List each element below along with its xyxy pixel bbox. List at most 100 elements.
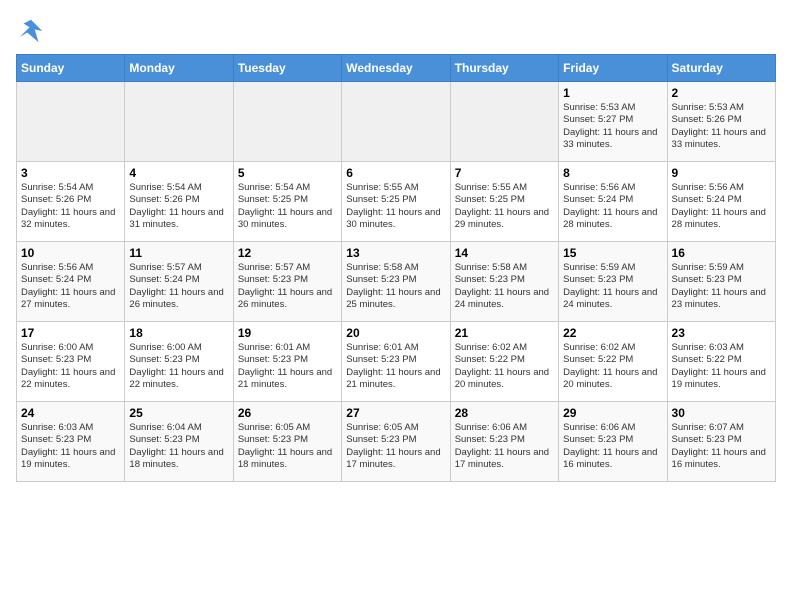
day-info: Sunrise: 5:59 AM Sunset: 5:23 PM Dayligh…	[563, 262, 662, 311]
day-info: Sunrise: 6:00 AM Sunset: 5:23 PM Dayligh…	[21, 342, 120, 391]
day-cell: 18 Sunrise: 6:00 AM Sunset: 5:23 PM Dayli…	[125, 322, 233, 402]
day-info: Sunrise: 5:54 AM Sunset: 5:25 PM Dayligh…	[238, 182, 337, 231]
day-info: Sunrise: 6:00 AM Sunset: 5:23 PM Dayligh…	[129, 342, 228, 391]
day-info: Sunrise: 5:53 AM Sunset: 5:27 PM Dayligh…	[563, 102, 662, 151]
day-cell	[233, 82, 341, 162]
day-cell: 21 Sunrise: 6:02 AM Sunset: 5:22 PM Dayli…	[450, 322, 558, 402]
day-number: 18	[129, 326, 228, 340]
day-cell: 22 Sunrise: 6:02 AM Sunset: 5:22 PM Dayli…	[559, 322, 667, 402]
day-cell: 15 Sunrise: 5:59 AM Sunset: 5:23 PM Dayli…	[559, 242, 667, 322]
day-cell: 7 Sunrise: 5:55 AM Sunset: 5:25 PM Daylig…	[450, 162, 558, 242]
day-cell: 19 Sunrise: 6:01 AM Sunset: 5:23 PM Dayli…	[233, 322, 341, 402]
day-number: 21	[455, 326, 554, 340]
day-cell: 16 Sunrise: 5:59 AM Sunset: 5:23 PM Dayli…	[667, 242, 775, 322]
day-cell: 9 Sunrise: 5:56 AM Sunset: 5:24 PM Daylig…	[667, 162, 775, 242]
day-info: Sunrise: 6:02 AM Sunset: 5:22 PM Dayligh…	[455, 342, 554, 391]
week-row-4: 24 Sunrise: 6:03 AM Sunset: 5:23 PM Dayli…	[17, 402, 776, 482]
day-info: Sunrise: 5:55 AM Sunset: 5:25 PM Dayligh…	[346, 182, 445, 231]
day-cell: 2 Sunrise: 5:53 AM Sunset: 5:26 PM Daylig…	[667, 82, 775, 162]
day-info: Sunrise: 5:57 AM Sunset: 5:23 PM Dayligh…	[238, 262, 337, 311]
day-info: Sunrise: 5:56 AM Sunset: 5:24 PM Dayligh…	[563, 182, 662, 231]
day-number: 23	[672, 326, 771, 340]
header-cell-thursday: Thursday	[450, 55, 558, 82]
day-cell: 4 Sunrise: 5:54 AM Sunset: 5:26 PM Daylig…	[125, 162, 233, 242]
page-header	[16, 16, 776, 46]
day-info: Sunrise: 6:06 AM Sunset: 5:23 PM Dayligh…	[563, 422, 662, 471]
day-info: Sunrise: 6:04 AM Sunset: 5:23 PM Dayligh…	[129, 422, 228, 471]
day-number: 30	[672, 406, 771, 420]
day-info: Sunrise: 5:57 AM Sunset: 5:24 PM Dayligh…	[129, 262, 228, 311]
day-cell	[125, 82, 233, 162]
day-number: 2	[672, 86, 771, 100]
day-info: Sunrise: 6:03 AM Sunset: 5:22 PM Dayligh…	[672, 342, 771, 391]
day-number: 22	[563, 326, 662, 340]
day-info: Sunrise: 5:56 AM Sunset: 5:24 PM Dayligh…	[672, 182, 771, 231]
header-cell-monday: Monday	[125, 55, 233, 82]
header-row: SundayMondayTuesdayWednesdayThursdayFrid…	[17, 55, 776, 82]
day-cell	[17, 82, 125, 162]
calendar-header: SundayMondayTuesdayWednesdayThursdayFrid…	[17, 55, 776, 82]
day-cell: 20Sunrise: 6:01 AM Sunset: 5:23 PM Dayli…	[342, 322, 450, 402]
day-info: Sunrise: 6:07 AM Sunset: 5:23 PM Dayligh…	[672, 422, 771, 471]
day-number: 27	[346, 406, 445, 420]
day-info: Sunrise: 5:56 AM Sunset: 5:24 PM Dayligh…	[21, 262, 120, 311]
day-info: Sunrise: 5:54 AM Sunset: 5:26 PM Dayligh…	[129, 182, 228, 231]
day-cell: 8 Sunrise: 5:56 AM Sunset: 5:24 PM Daylig…	[559, 162, 667, 242]
day-number: 7	[455, 166, 554, 180]
day-cell: 14 Sunrise: 5:58 AM Sunset: 5:23 PM Dayli…	[450, 242, 558, 322]
day-cell: 24 Sunrise: 6:03 AM Sunset: 5:23 PM Dayli…	[17, 402, 125, 482]
day-cell: 1Sunrise: 5:53 AM Sunset: 5:27 PM Daylig…	[559, 82, 667, 162]
day-info: Sunrise: 5:58 AM Sunset: 5:23 PM Dayligh…	[455, 262, 554, 311]
day-info: Sunrise: 6:01 AM Sunset: 5:23 PM Dayligh…	[238, 342, 337, 391]
day-cell: 3Sunrise: 5:54 AM Sunset: 5:26 PM Daylig…	[17, 162, 125, 242]
day-cell: 27 Sunrise: 6:05 AM Sunset: 5:23 PM Dayli…	[342, 402, 450, 482]
week-row-0: 1Sunrise: 5:53 AM Sunset: 5:27 PM Daylig…	[17, 82, 776, 162]
day-cell: 28 Sunrise: 6:06 AM Sunset: 5:23 PM Dayli…	[450, 402, 558, 482]
header-cell-wednesday: Wednesday	[342, 55, 450, 82]
day-cell	[450, 82, 558, 162]
day-cell: 6 Sunrise: 5:55 AM Sunset: 5:25 PM Daylig…	[342, 162, 450, 242]
day-info: Sunrise: 6:05 AM Sunset: 5:23 PM Dayligh…	[238, 422, 337, 471]
day-cell	[342, 82, 450, 162]
week-row-2: 10Sunrise: 5:56 AM Sunset: 5:24 PM Dayli…	[17, 242, 776, 322]
day-info: Sunrise: 5:55 AM Sunset: 5:25 PM Dayligh…	[455, 182, 554, 231]
week-row-1: 3Sunrise: 5:54 AM Sunset: 5:26 PM Daylig…	[17, 162, 776, 242]
day-number: 28	[455, 406, 554, 420]
day-cell: 12 Sunrise: 5:57 AM Sunset: 5:23 PM Dayli…	[233, 242, 341, 322]
logo	[16, 16, 50, 46]
day-cell: 5 Sunrise: 5:54 AM Sunset: 5:25 PM Daylig…	[233, 162, 341, 242]
day-number: 26	[238, 406, 337, 420]
day-info: Sunrise: 6:06 AM Sunset: 5:23 PM Dayligh…	[455, 422, 554, 471]
day-number: 24	[21, 406, 120, 420]
day-cell: 30 Sunrise: 6:07 AM Sunset: 5:23 PM Dayli…	[667, 402, 775, 482]
day-number: 5	[238, 166, 337, 180]
day-number: 29	[563, 406, 662, 420]
day-cell: 11Sunrise: 5:57 AM Sunset: 5:24 PM Dayli…	[125, 242, 233, 322]
header-cell-tuesday: Tuesday	[233, 55, 341, 82]
calendar-table: SundayMondayTuesdayWednesdayThursdayFrid…	[16, 54, 776, 482]
day-number: 25	[129, 406, 228, 420]
day-info: Sunrise: 5:58 AM Sunset: 5:23 PM Dayligh…	[346, 262, 445, 311]
day-number: 16	[672, 246, 771, 260]
day-number: 19	[238, 326, 337, 340]
day-number: 12	[238, 246, 337, 260]
day-cell: 26 Sunrise: 6:05 AM Sunset: 5:23 PM Dayli…	[233, 402, 341, 482]
day-info: Sunrise: 6:05 AM Sunset: 5:23 PM Dayligh…	[346, 422, 445, 471]
day-info: Sunrise: 6:03 AM Sunset: 5:23 PM Dayligh…	[21, 422, 120, 471]
day-number: 17	[21, 326, 120, 340]
day-info: Sunrise: 6:02 AM Sunset: 5:22 PM Dayligh…	[563, 342, 662, 391]
day-number: 9	[672, 166, 771, 180]
day-info: Sunrise: 5:59 AM Sunset: 5:23 PM Dayligh…	[672, 262, 771, 311]
day-info: Sunrise: 5:53 AM Sunset: 5:26 PM Dayligh…	[672, 102, 771, 151]
day-info: Sunrise: 5:54 AM Sunset: 5:26 PM Dayligh…	[21, 182, 120, 231]
day-number: 6	[346, 166, 445, 180]
logo-bird-icon	[16, 16, 46, 46]
header-cell-saturday: Saturday	[667, 55, 775, 82]
day-number: 4	[129, 166, 228, 180]
week-row-3: 17 Sunrise: 6:00 AM Sunset: 5:23 PM Dayli…	[17, 322, 776, 402]
day-number: 8	[563, 166, 662, 180]
day-number: 15	[563, 246, 662, 260]
day-cell: 10Sunrise: 5:56 AM Sunset: 5:24 PM Dayli…	[17, 242, 125, 322]
day-info: Sunrise: 6:01 AM Sunset: 5:23 PM Dayligh…	[346, 342, 445, 391]
day-number: 14	[455, 246, 554, 260]
